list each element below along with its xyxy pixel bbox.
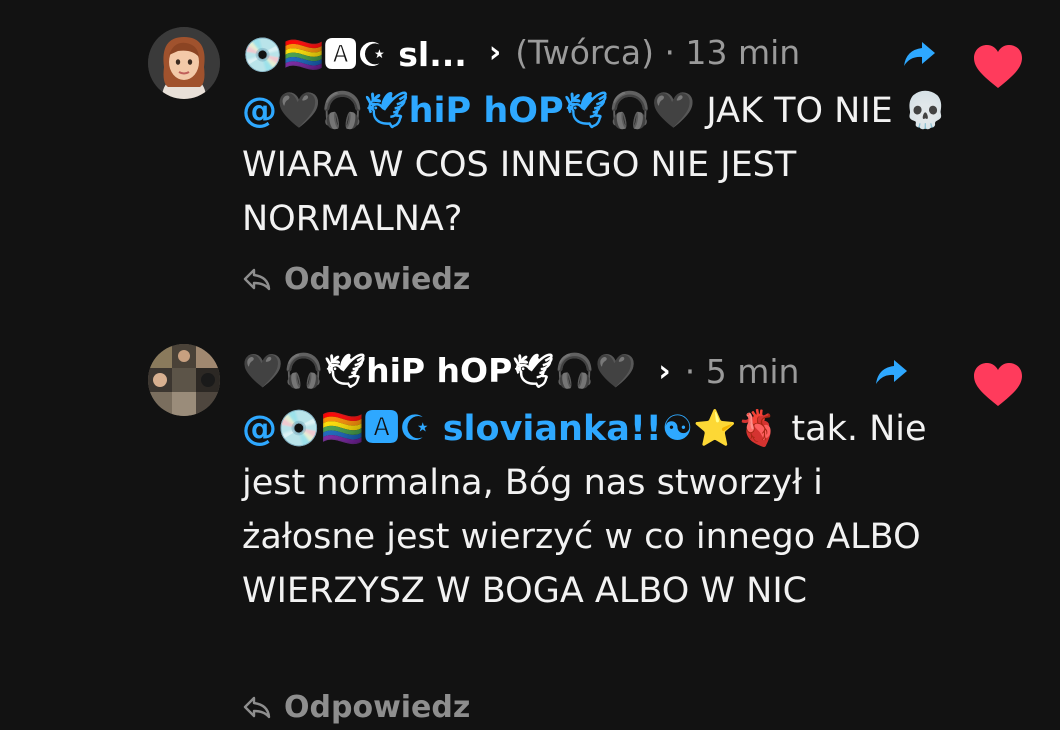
share-arrow-icon[interactable] xyxy=(874,358,908,386)
comment-meta: (Twórca) · 13 min xyxy=(515,32,801,72)
author-name[interactable]: 🖤🎧🕊hiP hOP🕊🎧🖤 xyxy=(242,351,636,391)
comment-header: 🖤🎧🕊hiP hOP🕊🎧🖤 › · 5 min xyxy=(242,343,799,399)
reply-label: Odpowiedz xyxy=(284,262,471,297)
chevron-right-icon[interactable]: › xyxy=(489,35,501,70)
reply-arrow-icon xyxy=(243,268,271,290)
share-arrow-icon[interactable] xyxy=(902,40,936,68)
comment-body: @💿🏳️‍🌈🅰☪ slovianka!!☯⭐🫀 tak. Nie jest no… xyxy=(242,402,962,618)
reply-label: Odpowiedz xyxy=(284,690,471,725)
comment-meta: · 5 min xyxy=(684,351,800,391)
avatar[interactable] xyxy=(148,344,220,416)
comment-body: @🖤🎧🕊hiP hOP🕊🎧🖤 JAK TO NIE 💀 WIARA W COS … xyxy=(242,84,962,246)
avatar-woman-icon xyxy=(148,27,220,99)
author-name[interactable]: 💿🏳️‍🌈🅰☪ sl... xyxy=(242,28,467,76)
reply-button[interactable]: Odpowiedz xyxy=(242,262,470,297)
heart-icon[interactable] xyxy=(973,44,1023,90)
mention-link[interactable]: @💿🏳️‍🌈🅰☪ slovianka!!☯⭐🫀 xyxy=(242,409,780,449)
heart-icon[interactable] xyxy=(973,362,1023,408)
avatar[interactable] xyxy=(148,27,220,99)
comment-header: 💿🏳️‍🌈🅰☪ sl... › (Twórca) · 13 min xyxy=(242,24,800,80)
avatar-collage-icon xyxy=(148,344,220,416)
chevron-right-icon[interactable]: › xyxy=(658,354,670,389)
reply-arrow-icon xyxy=(243,696,271,718)
mention-link[interactable]: @🖤🎧🕊hiP hOP🕊🎧🖤 xyxy=(242,91,695,131)
reply-button[interactable]: Odpowiedz xyxy=(242,690,470,725)
